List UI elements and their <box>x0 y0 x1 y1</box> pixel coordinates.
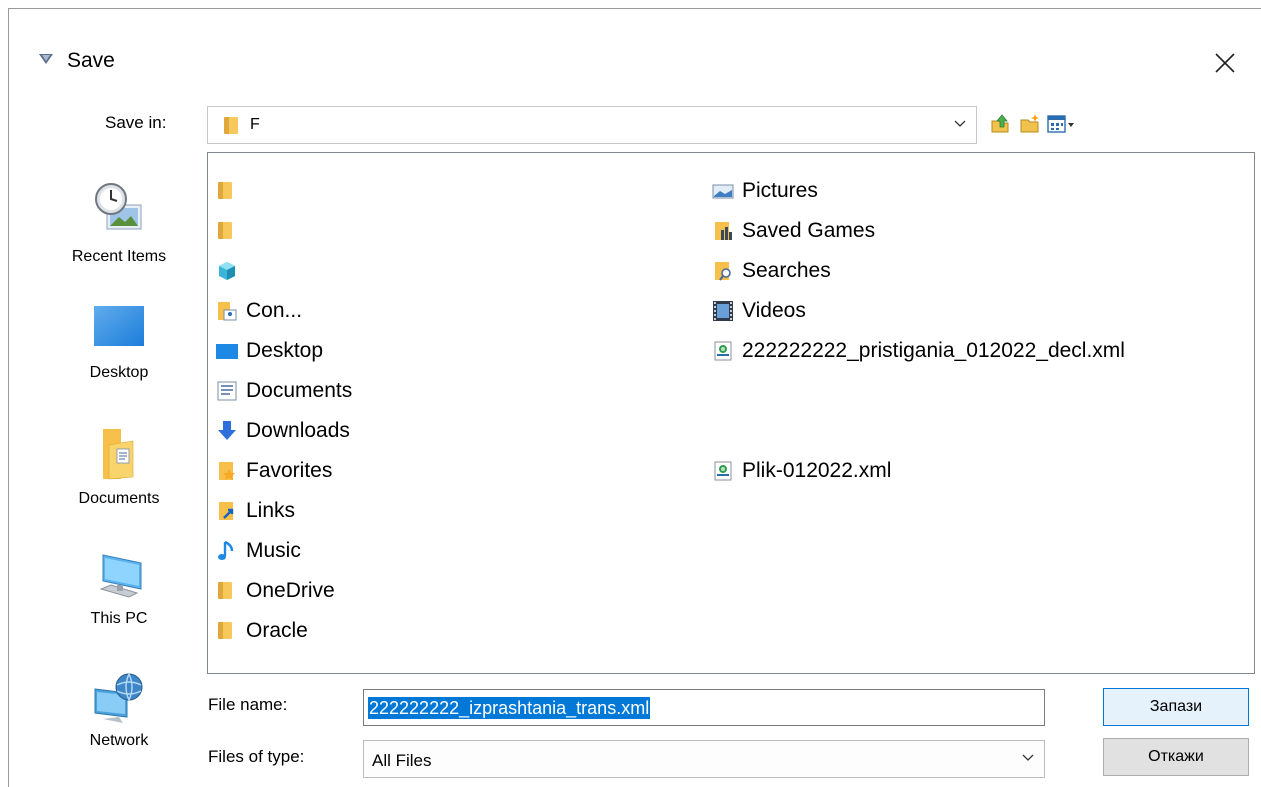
links-icon <box>216 500 238 522</box>
searches-icon <box>712 260 734 282</box>
list-item[interactable]: Plik-012022.xml <box>712 453 891 489</box>
list-item[interactable]: Music <box>216 533 301 569</box>
documents-icon <box>103 429 134 480</box>
chevron-down-icon <box>1022 754 1034 761</box>
desktop-icon <box>216 340 238 362</box>
list-item[interactable]: Con... <box>216 293 302 329</box>
list-item[interactable]: 222222222_pristigania_012022_decl.xml <box>712 333 1125 369</box>
list-item[interactable]: Links <box>216 493 295 529</box>
sidebar-item-label: Network <box>89 732 149 749</box>
up-folder-icon[interactable] <box>989 113 1011 135</box>
this-pc-icon <box>99 554 142 598</box>
videos-icon <box>712 300 734 322</box>
file-type-select[interactable]: All Files <box>363 740 1045 778</box>
documents-icon <box>216 380 238 402</box>
file-list[interactable]: Con... Desktop Documents Downloads Favor… <box>207 152 1255 674</box>
folder-icon <box>216 620 238 642</box>
list-item[interactable]: Pictures <box>712 173 818 209</box>
sidebar-item-desktop[interactable]: Desktop <box>49 305 189 382</box>
list-item[interactable]: Searches <box>712 253 831 289</box>
file-type-value: All Files <box>372 751 432 770</box>
cancel-button[interactable]: Откажи <box>1103 738 1249 776</box>
list-item[interactable] <box>216 173 246 209</box>
sidebar-item-label: Recent Items <box>71 248 167 265</box>
sidebar-item-label: Desktop <box>89 364 149 381</box>
file-name-input[interactable]: 222222222_izprashtania_trans.xml <box>363 689 1045 726</box>
list-item[interactable]: Favorites <box>216 453 332 489</box>
file-name-value: 222222222_izprashtania_trans.xml <box>368 697 651 719</box>
title-bar: Save <box>9 9 1261 89</box>
save-button[interactable]: Запази <box>1103 688 1249 726</box>
save-in-value: F <box>250 116 260 133</box>
list-item[interactable]: Saved Games <box>712 213 875 249</box>
folder-icon <box>224 117 238 134</box>
list-item[interactable]: Videos <box>712 293 806 329</box>
file-name-label: File name: <box>208 695 288 714</box>
favorites-icon <box>216 460 238 482</box>
chevron-down-icon <box>954 120 966 127</box>
sidebar-item-recent-items[interactable]: Recent Items <box>49 179 189 266</box>
list-item[interactable]: Desktop <box>216 333 323 369</box>
list-item[interactable] <box>216 213 246 249</box>
dialog-menu-icon[interactable] <box>39 53 53 65</box>
sidebar-item-network[interactable]: Network <box>49 671 189 750</box>
sidebar-item-label: Documents <box>78 490 160 507</box>
new-folder-icon[interactable] <box>1019 113 1041 135</box>
file-type-label: Files of type: <box>208 747 305 766</box>
save-in-label: Save in: <box>105 113 167 132</box>
xml-file-icon <box>712 460 734 482</box>
music-icon <box>216 540 238 562</box>
save-dialog: Save Save in: F Recent Items Desktop Doc… <box>8 8 1261 787</box>
sidebar-item-label: This PC <box>90 610 148 627</box>
saved-games-icon <box>712 220 734 242</box>
pictures-icon <box>712 180 734 202</box>
recent-items-icon <box>95 183 142 230</box>
3d-objects-icon <box>216 260 238 282</box>
list-item[interactable] <box>216 253 246 289</box>
folder-icon <box>216 180 238 202</box>
folder-icon <box>216 220 238 242</box>
contacts-icon <box>216 300 238 322</box>
downloads-icon <box>216 420 238 442</box>
sidebar-item-documents[interactable]: Documents <box>49 427 189 508</box>
list-item[interactable]: Oracle <box>216 613 308 649</box>
sidebar-item-this-pc[interactable]: This PC <box>49 549 189 628</box>
view-menu-icon[interactable] <box>1047 113 1075 135</box>
save-in-combo[interactable]: F <box>207 106 977 144</box>
close-icon <box>1215 53 1235 73</box>
list-item[interactable]: OneDrive <box>216 573 335 609</box>
xml-file-icon <box>712 340 734 362</box>
close-button[interactable] <box>1207 45 1243 81</box>
desktop-icon <box>94 306 144 346</box>
network-icon <box>94 673 143 723</box>
folder-icon <box>216 580 238 602</box>
list-item[interactable]: Downloads <box>216 413 350 449</box>
list-item[interactable]: Documents <box>216 373 352 409</box>
dialog-title: Save <box>67 49 115 72</box>
